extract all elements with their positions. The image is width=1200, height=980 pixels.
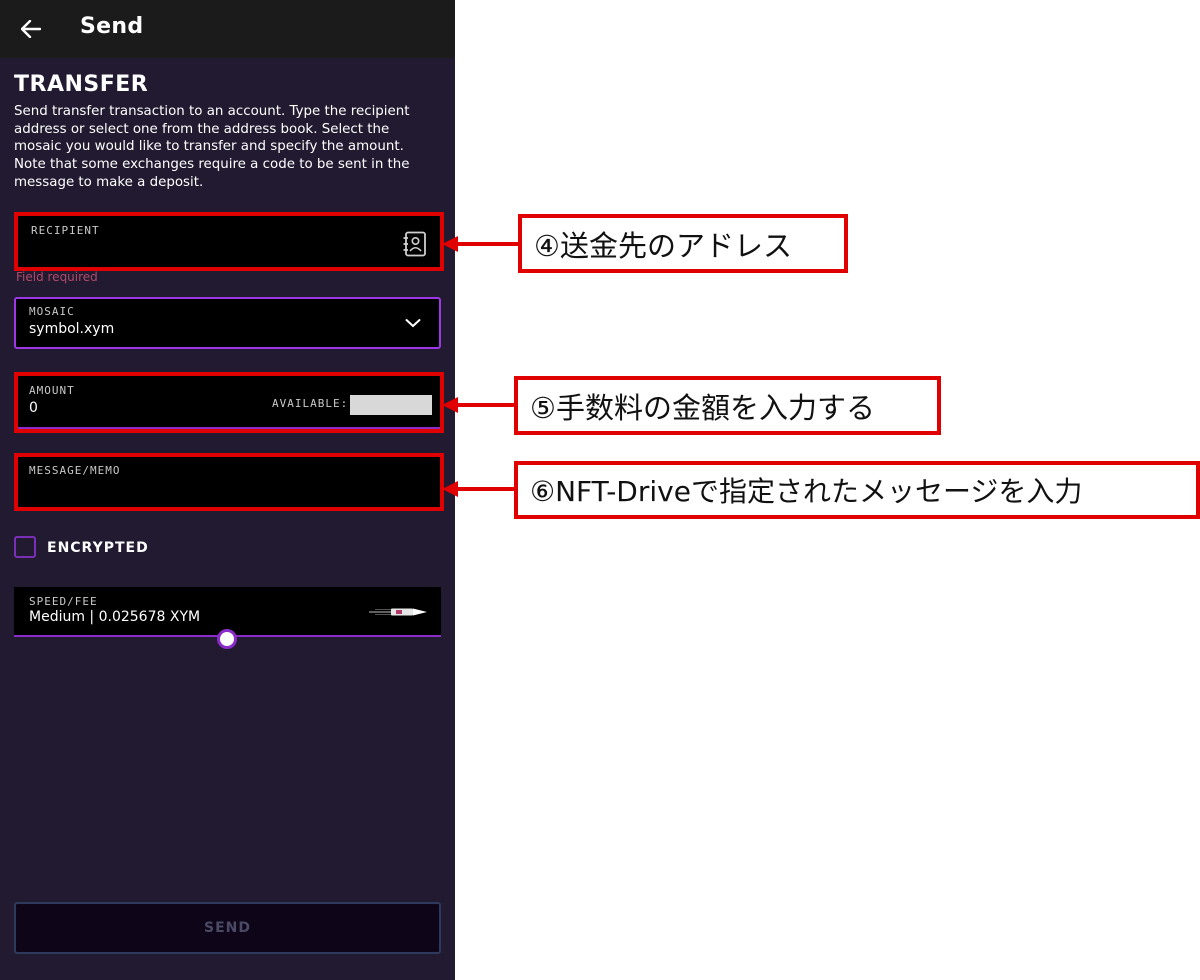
back-button[interactable] <box>16 14 46 44</box>
app-bar: Send <box>0 0 455 58</box>
fee-slider-thumb[interactable] <box>217 629 237 649</box>
send-button[interactable]: SEND <box>14 902 441 954</box>
mosaic-label: MOSAIC <box>29 305 75 318</box>
amount-label: AMOUNT <box>29 384 75 397</box>
mosaic-select[interactable]: MOSAIC symbol.xym <box>14 297 441 349</box>
mosaic-value: symbol.xym <box>29 321 115 337</box>
section-description: Send transfer transaction to an account.… <box>14 104 410 190</box>
chevron-down-icon <box>405 319 421 328</box>
recipient-field[interactable]: RECIPIENT <box>14 214 441 269</box>
message-field[interactable]: MESSAGE/MEMO <box>14 456 441 509</box>
available-balance-redacted <box>350 395 432 415</box>
encrypted-checkbox[interactable] <box>14 536 36 558</box>
rocket-icon <box>369 608 427 616</box>
amount-field[interactable]: AMOUNT 0 AVAILABLE: <box>14 376 441 429</box>
speed-fee-label: SPEED/FEE <box>29 595 98 608</box>
arrow-recipient <box>442 236 524 252</box>
arrow-left-icon <box>21 20 41 38</box>
recipient-label: RECIPIENT <box>31 224 100 237</box>
message-label: MESSAGE/MEMO <box>29 464 121 477</box>
encrypted-label: ENCRYPTED <box>47 540 149 556</box>
recipient-hint: Field required <box>16 270 98 284</box>
annotation-amount: ⑤手数料の金額を入力する <box>514 376 941 435</box>
page-title: Send <box>80 14 144 39</box>
available-label: AVAILABLE: <box>272 397 349 410</box>
amount-value: 0 <box>29 400 38 416</box>
section-heading: TRANSFER <box>14 72 149 97</box>
arrow-amount <box>442 397 522 413</box>
address-book-icon[interactable] <box>403 231 427 257</box>
annotation-message: ⑥NFT-Driveで指定されたメッセージを入力 <box>514 461 1200 519</box>
annotation-recipient: ④送金先のアドレス <box>518 214 848 273</box>
speed-fee-value: Medium | 0.025678 XYM <box>29 609 201 625</box>
app-screen: Send TRANSFER Send transfer transaction … <box>0 0 455 980</box>
arrow-message <box>442 481 522 497</box>
